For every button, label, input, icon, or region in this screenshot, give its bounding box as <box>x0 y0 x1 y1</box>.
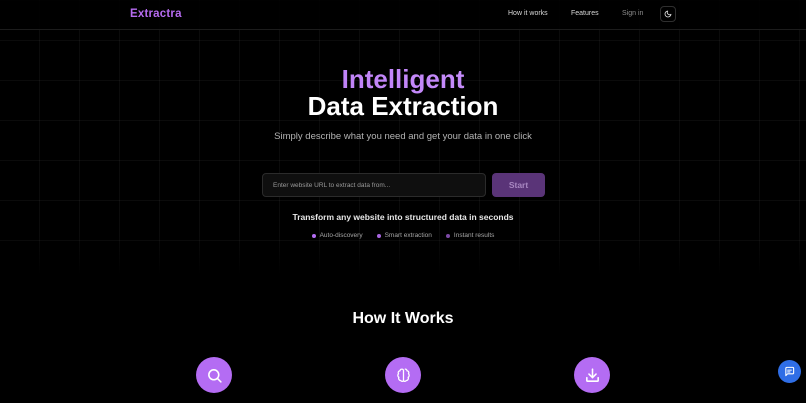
bullet-dot-icon <box>376 233 381 238</box>
nav-features-link[interactable]: Features <box>571 10 599 17</box>
url-input[interactable] <box>262 173 486 197</box>
step-brain-circle <box>385 357 421 393</box>
step-download-circle <box>574 357 610 393</box>
feature-label: Instant results <box>453 232 495 239</box>
feature-item-instant-results: Instant results <box>445 232 495 239</box>
step-search-circle <box>196 357 232 393</box>
bullet-dot-icon <box>445 233 450 238</box>
feature-label: Auto-discovery <box>319 232 363 239</box>
nav-how-it-works-link[interactable]: How it works <box>508 10 548 17</box>
feature-label: Smart extraction <box>384 232 432 239</box>
how-it-works-title: How It Works <box>352 310 454 327</box>
top-navbar: Extractra How it works Features Sign in <box>0 0 806 30</box>
logo[interactable]: Extractra <box>130 8 182 20</box>
moon-icon <box>664 10 672 18</box>
search-icon <box>207 368 222 383</box>
brain-icon <box>396 367 410 382</box>
feature-item-smart-extraction: Smart extraction <box>376 232 432 239</box>
chat-icon <box>785 366 795 377</box>
nav-sign-in-link[interactable]: Sign in <box>622 10 643 17</box>
start-button[interactable]: Start <box>492 173 545 197</box>
hero-subtitle: Simply describe what you need and get yo… <box>274 131 532 142</box>
hero-tagline: Transform any website into structured da… <box>292 212 514 222</box>
bullet-dot-icon <box>311 233 316 238</box>
theme-toggle-button[interactable] <box>660 6 676 22</box>
hero-title: Data Extraction <box>307 91 499 121</box>
feature-list: Auto-discovery Smart extraction Instant … <box>0 232 806 239</box>
chat-widget-button[interactable] <box>778 360 801 383</box>
feature-item-auto-discovery: Auto-discovery <box>311 232 363 239</box>
download-icon <box>585 367 599 382</box>
